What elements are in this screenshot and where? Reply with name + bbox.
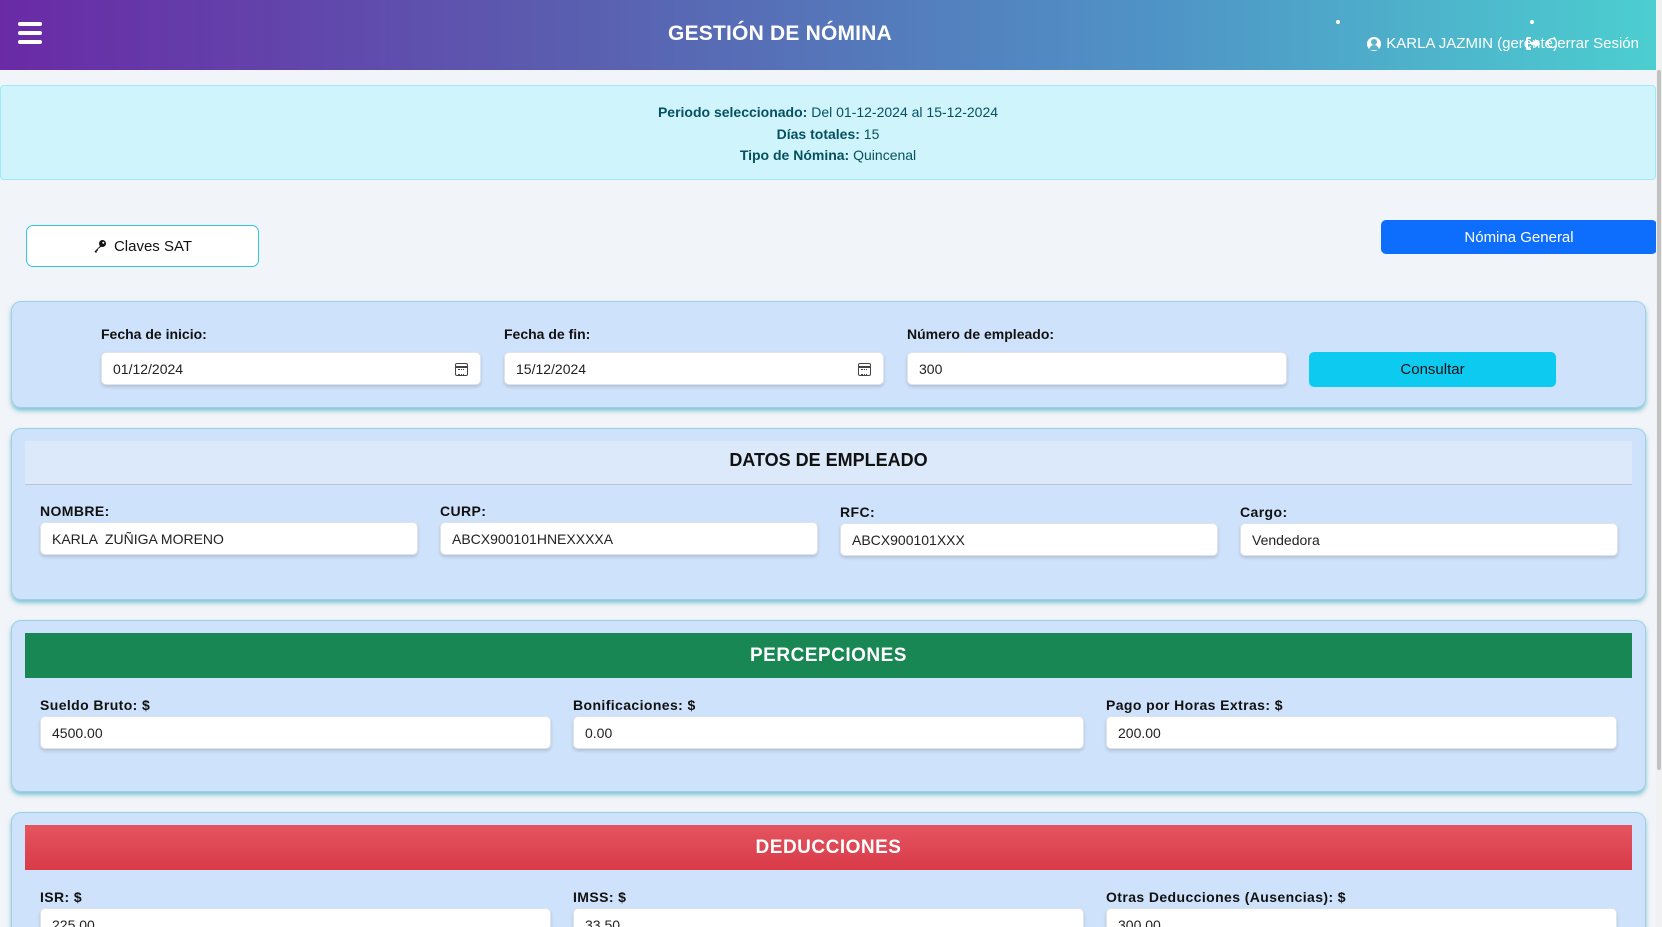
type-value: Quincenal (853, 147, 917, 163)
overtime-field[interactable]: 200.00 (1106, 716, 1617, 749)
role-label: Cargo: (1240, 504, 1288, 520)
end-date-label: Fecha de fin: (504, 326, 591, 342)
other-deductions-value: 300.00 (1118, 916, 1161, 927)
role-value: Vendedora (1252, 531, 1320, 548)
type-line: Tipo de Nómina: Quincenal (1, 145, 1655, 167)
calendar-icon[interactable] (455, 363, 468, 376)
bonus-value: 0.00 (585, 724, 613, 741)
period-value: Del 01-12-2024 al 15-12-2024 (811, 104, 999, 120)
key-icon (94, 240, 106, 253)
start-date-input[interactable]: 01/12/2024 (101, 352, 481, 385)
days-value: 15 (863, 125, 880, 142)
overtime-value: 200.00 (1118, 724, 1161, 741)
page-title: GESTIÓN DE NÓMINA (668, 22, 892, 45)
sign-out-icon (1526, 37, 1541, 50)
end-date-input[interactable]: 15/12/2024 (504, 352, 884, 385)
overtime-label: Pago por Horas Extras: $ (1106, 697, 1283, 713)
top-navbar: GESTIÓN DE NÓMINA KARLA JAZMIN (gerente)… (0, 0, 1662, 70)
page-scrollbar[interactable] (1656, 0, 1662, 927)
gross-salary-value: 4500.00 (52, 724, 103, 741)
name-value: KARLA ZUÑIGA MORENO (52, 530, 224, 547)
days-label: Días totales: (776, 125, 860, 142)
isr-label: ISR: $ (40, 889, 83, 905)
isr-value: 225.00 (52, 916, 95, 927)
nav-bullet (1336, 20, 1340, 24)
end-date-value: 15/12/2024 (516, 360, 587, 377)
rfc-value: ABCX900101XXX (852, 531, 965, 548)
consult-button[interactable]: Consultar (1309, 352, 1556, 387)
scrollbar-thumb[interactable] (1657, 70, 1661, 770)
start-date-value: 01/12/2024 (113, 360, 184, 377)
user-circle-icon (1367, 36, 1382, 51)
period-label: Periodo seleccionado: (657, 104, 808, 120)
employee-number-value: 300 (919, 360, 943, 377)
imss-label: IMSS: $ (573, 889, 627, 905)
curp-label: CURP: (440, 503, 487, 519)
nav-bullet (1530, 20, 1534, 24)
period-line: Periodo seleccionado: Del 01-12-2024 al … (1, 102, 1655, 124)
rfc-field[interactable]: ABCX900101XXX (840, 523, 1218, 556)
gross-salary-label: Sueldo Bruto: $ (40, 697, 151, 713)
deductions-banner: DEDUCCIONES (25, 825, 1632, 870)
curp-field[interactable]: ABCX900101HNEXXXXA (440, 522, 818, 555)
logout-link[interactable]: Cerrar Sesión (1526, 35, 1639, 52)
other-deductions-field[interactable]: 300.00 (1106, 908, 1617, 927)
imss-value: 33.50 (585, 916, 621, 927)
perceptions-banner: PERCEPCIONES (25, 633, 1632, 678)
employee-number-label: Número de empleado: (907, 326, 1055, 342)
bonus-label: Bonificaciones: $ (573, 697, 696, 713)
logout-label: Cerrar Sesión (1546, 35, 1639, 52)
period-info-alert: Periodo seleccionado: Del 01-12-2024 al … (0, 85, 1656, 180)
isr-field[interactable]: 225.00 (40, 908, 551, 927)
calendar-icon[interactable] (858, 363, 871, 376)
sat-keys-button[interactable]: Claves SAT (26, 225, 259, 267)
start-date-label: Fecha de inicio: (101, 326, 207, 342)
sat-keys-label: Claves SAT (113, 237, 193, 255)
gross-salary-field[interactable]: 4500.00 (40, 716, 551, 749)
employee-number-input[interactable]: 300 (907, 352, 1287, 385)
type-label: Tipo de Nómina: (739, 147, 850, 163)
imss-field[interactable]: 33.50 (573, 908, 1084, 927)
curp-value: ABCX900101HNEXXXXA (452, 530, 614, 547)
name-label: NOMBRE: (40, 503, 110, 519)
other-deductions-label: Otras Deducciones (Ausencias): $ (1106, 889, 1346, 905)
name-field[interactable]: KARLA ZUÑIGA MORENO (40, 522, 418, 555)
employee-section-title: DATOS DE EMPLEADO (729, 450, 928, 470)
general-payroll-button[interactable]: Nómina General (1381, 220, 1657, 254)
role-field[interactable]: Vendedora (1240, 523, 1618, 556)
rfc-label: RFC: (840, 504, 876, 520)
bonus-field[interactable]: 0.00 (573, 716, 1084, 749)
days-line: Días totales: 15 (1, 124, 1655, 146)
